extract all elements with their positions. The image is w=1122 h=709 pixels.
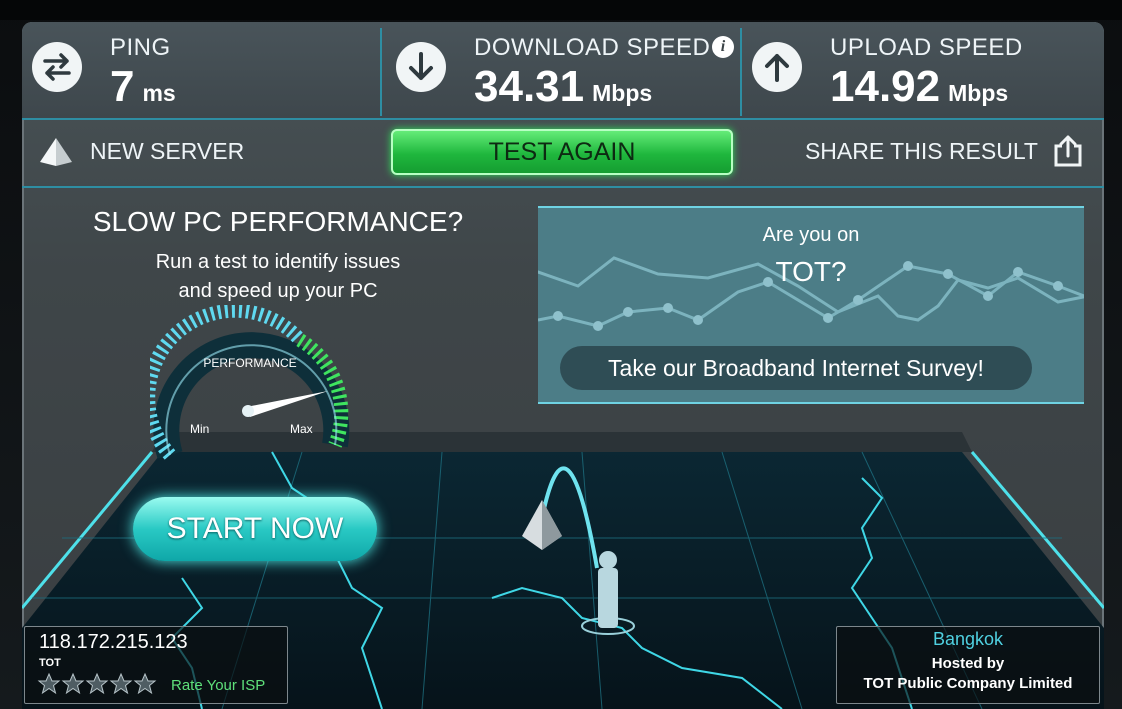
- ping-label: PING: [110, 34, 171, 61]
- new-server-label: NEW SERVER: [90, 137, 245, 164]
- test-again-button[interactable]: TEST AGAIN: [391, 129, 733, 175]
- stats-bar: PING 7 ms DOWNLOAD SPEED 34.31 Mbps i UP…: [22, 22, 1104, 120]
- download-stat: DOWNLOAD SPEED 34.31 Mbps i: [386, 22, 740, 118]
- survey-isp: TOT?: [775, 256, 847, 287]
- star-icon[interactable]: [109, 672, 133, 696]
- share-result-button[interactable]: SHARE THIS RESULT: [805, 134, 1084, 168]
- server-city: Bangkok: [932, 629, 1004, 649]
- info-icon[interactable]: i: [712, 36, 734, 58]
- isp-survey-box: Are you on TOT? Take our Broadband Inter…: [538, 206, 1084, 404]
- share-label: SHARE THIS RESULT: [804, 137, 1038, 164]
- top-bar: [0, 0, 1122, 20]
- speedtest-frame: PING 7 ms DOWNLOAD SPEED 34.31 Mbps i UP…: [0, 0, 1122, 709]
- ad-title: SLOW PC PERFORMANCE?: [92, 206, 464, 237]
- upload-number: 14.92: [830, 62, 941, 111]
- star-icon[interactable]: [61, 672, 85, 696]
- ad-line-1: Run a test to identify issues: [155, 251, 401, 273]
- gauge-max: Max: [290, 422, 313, 436]
- ping-arrows-icon: [32, 42, 82, 92]
- ping-number: 7: [110, 62, 135, 111]
- performance-gauge: PERFORMANCE Min Max: [150, 305, 350, 460]
- ping-unit: ms: [142, 80, 176, 106]
- ip-address: 118.172.215.123: [39, 631, 188, 653]
- share-icon: [1054, 135, 1082, 167]
- ad-subtitle: Run a test to identify issues and speed …: [22, 248, 534, 306]
- survey-button[interactable]: Take our Broadband Internet Survey!: [560, 346, 1032, 390]
- upload-stat: UPLOAD SPEED 14.92 Mbps: [742, 22, 1102, 118]
- upload-label: UPLOAD SPEED: [830, 34, 1023, 61]
- new-server-button[interactable]: NEW SERVER: [38, 136, 244, 166]
- isp-name: TOT: [39, 657, 61, 669]
- upload-unit: Mbps: [948, 80, 1009, 106]
- stat-divider: [380, 28, 382, 116]
- gauge-min: Min: [190, 422, 209, 436]
- server-info-box: Bangkok Hosted by TOT Public Company Lim…: [836, 626, 1100, 704]
- download-unit: Mbps: [592, 80, 653, 106]
- host-name: TOT Public Company Limited: [863, 675, 1073, 692]
- actions-bar: NEW SERVER TEST AGAIN SHARE THIS RESULT: [22, 120, 1104, 188]
- star-icon[interactable]: [37, 672, 61, 696]
- pyramid-icon: [40, 138, 72, 166]
- start-now-button[interactable]: START NOW: [133, 497, 377, 561]
- ping-value: 7 ms: [110, 64, 176, 116]
- survey-question: Are you on: [762, 224, 860, 246]
- rating-stars[interactable]: [37, 672, 157, 696]
- download-arrow-icon: [396, 42, 446, 92]
- download-value: 34.31 Mbps: [474, 64, 652, 116]
- star-icon[interactable]: [133, 672, 157, 696]
- star-icon[interactable]: [85, 672, 109, 696]
- rate-isp-link[interactable]: Rate Your ISP: [171, 677, 265, 694]
- client-info-box: 118.172.215.123 TOT Rate Your ISP: [24, 626, 288, 704]
- upload-arrow-icon: [752, 42, 802, 92]
- hosted-by-label: Hosted by: [931, 655, 1005, 672]
- ad-line-2: and speed up your PC: [178, 280, 378, 302]
- ping-stat: PING 7 ms: [22, 22, 378, 118]
- gauge-label: PERFORMANCE: [203, 356, 296, 370]
- download-number: 34.31: [474, 62, 585, 111]
- download-label: DOWNLOAD SPEED: [474, 34, 711, 61]
- upload-value: 14.92 Mbps: [830, 64, 1008, 116]
